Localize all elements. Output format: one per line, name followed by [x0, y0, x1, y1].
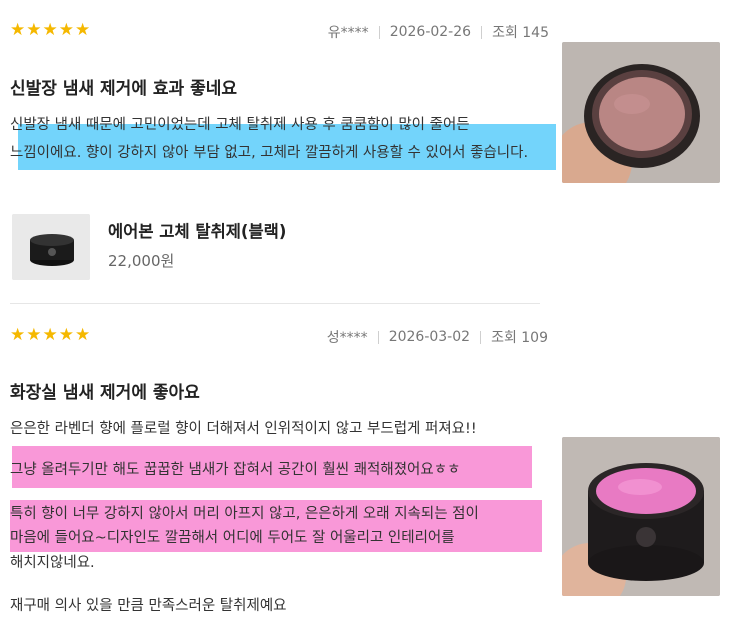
meta-divider — [377, 330, 379, 344]
jar-photo-rose-icon — [562, 42, 720, 183]
product-name[interactable]: 에어본 고체 탈취제(블랙) — [108, 218, 286, 242]
meta-divider — [481, 25, 483, 39]
review-text-line: 마음에 들어요~디자인도 깔끔해서 어디에 두어도 잘 어울리고 인테리어를 — [10, 530, 455, 546]
review-views: 조회 109 — [491, 330, 548, 346]
product-price: 22,000원 — [108, 252, 175, 270]
review-text-line: 신발장 냄새 때문에 고민이었는데 고체 탈취제 사용 후 쿰쿰함이 많이 줄어… — [10, 117, 470, 133]
star-rating: ★ ★ ★ ★ ★ — [10, 22, 90, 39]
meta-divider — [480, 330, 482, 344]
star-icon: ★ — [10, 325, 26, 345]
star-icon: ★ — [75, 325, 91, 345]
review-title: 화장실 냄새 제거에 좋아요 — [10, 383, 200, 403]
review-date: 2026-03-02 — [388, 329, 471, 345]
review-photo[interactable] — [562, 437, 720, 596]
star-icon: ★ — [75, 20, 91, 40]
review-text-line: 그냥 올려두기만 해도 꿉꿉한 냄새가 잡혀서 공간이 훨씬 쾌적해졌어요ㅎㅎ — [10, 462, 461, 478]
review-author: 유**** — [327, 25, 369, 41]
jar-photo-pink-icon — [562, 437, 720, 596]
star-icon: ★ — [10, 20, 26, 40]
star-icon: ★ — [26, 325, 42, 345]
star-icon: ★ — [42, 20, 58, 40]
review-text-line: 해치지않네요. — [10, 555, 95, 571]
review-text-line: 은은한 라벤더 향에 플로럴 향이 더해져서 인위적이지 않고 부드럽게 퍼져요… — [10, 421, 477, 437]
star-icon: ★ — [58, 20, 74, 40]
review-title: 신발장 냄새 제거에 효과 좋네요 — [10, 79, 237, 99]
meta-divider — [378, 25, 380, 39]
star-icon: ★ — [42, 325, 58, 345]
section-divider — [10, 303, 540, 304]
product-thumbnail[interactable] — [12, 214, 90, 280]
review-meta: 성**** 2026-03-02 조회 109 — [327, 327, 548, 347]
review-text-line: 특히 향이 너무 강하지 않아서 머리 아프지 않고, 은은하게 오래 지속되는… — [10, 506, 479, 522]
review-author: 성**** — [326, 330, 368, 346]
review-text-line: 재구매 의사 있을 만큼 만족스러운 탈취제예요 — [10, 598, 287, 614]
star-rating: ★ ★ ★ ★ ★ — [10, 327, 90, 344]
review-meta: 유**** 2026-02-26 조회 145 — [328, 22, 549, 42]
review-photo[interactable] — [562, 42, 720, 183]
review-text-line: 느낌이에요. 향이 강하지 않아 부담 없고, 고체라 깔끔하게 사용할 수 있… — [10, 145, 529, 161]
review-date: 2026-02-26 — [389, 24, 472, 40]
star-icon: ★ — [58, 325, 74, 345]
review-views: 조회 145 — [492, 25, 549, 41]
black-jar-thumbnail-icon — [12, 214, 90, 280]
star-icon: ★ — [26, 20, 42, 40]
